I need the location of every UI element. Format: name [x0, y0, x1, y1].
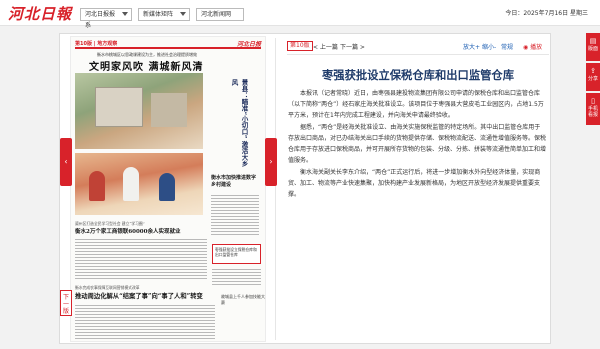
text-column — [211, 193, 259, 237]
chevron-down-icon — [180, 12, 186, 16]
play-audio-button[interactable]: ◉ 播放 — [523, 42, 542, 51]
news-photo — [75, 73, 203, 149]
mobile-read-label: 手机看报 — [587, 106, 598, 118]
next-page-button[interactable]: 下一版 — [60, 290, 72, 316]
newspaper-page-image[interactable]: 第10版 | 地方观察 河北日报 衡水市桃城区以思政课建设为主，推进社会治理提质… — [70, 36, 266, 342]
layout-icon: ▤ — [589, 37, 597, 45]
zoom-in-button[interactable]: 放大+ — [463, 42, 480, 51]
top-bar: 河北日報 河北日报报系 新媒体矩阵 河北新闻网 今日：2025年7月16日 星期… — [0, 0, 600, 29]
article-body: 本报讯（记者常晓）近日，由枣强县建投物流集团有限公司申请的保税仓库和出口监管仓库… — [288, 88, 546, 201]
page-number: 第10版 | 地方观察 — [75, 41, 118, 47]
bottom-right-title[interactable]: 故城县上千人参加技能大赛 — [221, 294, 265, 306]
bottom-headline[interactable]: 推动周边化解从“结案了事”向“事了人和”转变 — [75, 291, 203, 300]
select-new-media[interactable]: 新媒体矩阵 — [138, 8, 190, 21]
phone-icon: ▯ — [591, 97, 595, 105]
share-label: 分享 — [587, 76, 598, 82]
article-title: 枣强获批设立保税仓库和出口监管仓库 — [321, 69, 515, 82]
play-label: 播放 — [530, 44, 543, 51]
divider — [275, 38, 276, 340]
article-paragraph: 衡水海关副关长李东介绍，“两仓”正式运行后，将进一步增加衡水外向型经济体量，实现… — [288, 169, 541, 198]
masthead: 河北日报 — [236, 41, 261, 48]
select-label: 河北新闻网 — [201, 11, 232, 18]
select-label: 新媒体矩阵 — [143, 11, 174, 18]
prev-page-arrow[interactable]: ‹ — [60, 138, 72, 186]
article-paragraph: 本报讯（记者常晓）近日，由枣强县建投物流集团有限公司申请的保税仓库和出口监管仓库… — [288, 90, 544, 119]
date-display: 今日：2025年7月16日 星期三 — [505, 10, 588, 17]
select-label: 河北日报报系 — [85, 11, 116, 29]
next-page-arrow[interactable]: › — [265, 138, 277, 186]
article-paragraph: 据悉，“两仓”是经海关批准设立、由海关实施保税监管的特定场所。其中出口监管仓库用… — [288, 124, 547, 164]
highlighted-article-box[interactable]: 枣强获批设立保税仓库和出口监管仓库 — [212, 244, 261, 264]
page-header: 第10版 | 地方观察 河北日报 — [75, 39, 261, 49]
layout-button[interactable]: ▤ 版面 — [586, 33, 600, 61]
main-headline[interactable]: 文明家风吹 满城新风清 — [89, 58, 203, 73]
share-icon: ⇪ — [590, 67, 596, 75]
vertical-headline[interactable]: 景县：瞄准“小切口” 激活大乡风 — [213, 79, 249, 167]
text-column — [212, 267, 261, 287]
share-button[interactable]: ⇪ 分享 — [586, 63, 600, 91]
toolbar-divider — [287, 54, 549, 55]
floating-menu: ▤ 版面 ⇪ 分享 ▯ 手机看报 — [586, 33, 600, 127]
zoom-out-button[interactable]: 缩小- — [482, 42, 496, 51]
mid-headline-block[interactable]: 冀州区打造全民学习型社会 建立“学习圈” 衡水2万个家工商银联60000余人实现… — [75, 221, 180, 235]
mobile-read-button[interactable]: ▯ 手机看报 — [586, 93, 600, 125]
text-column — [75, 237, 207, 281]
text-column — [75, 303, 215, 339]
link-hebei-news[interactable]: 河北新闻网 — [196, 8, 244, 21]
page-badge: 第10版 — [287, 41, 313, 51]
next-page-label: 下一版 — [62, 294, 69, 315]
logo[interactable]: 河北日報 — [8, 3, 72, 24]
speaker-icon: ◉ — [523, 44, 529, 51]
chevron-down-icon — [122, 12, 128, 16]
news-photo-people — [75, 153, 203, 215]
next-article-link[interactable]: 下一篇 > — [340, 42, 365, 51]
select-newspaper-series[interactable]: 河北日报报系 — [80, 8, 132, 29]
side-headline[interactable]: 衡水市加快推进数字乡村建设 — [211, 175, 259, 189]
prev-article-link[interactable]: < 上一篇 — [313, 42, 338, 51]
normal-size-button[interactable]: 常规 — [501, 42, 513, 51]
layout-label: 版面 — [587, 46, 598, 52]
article-toolbar: 第10版 < 上一篇 下一篇 > 放大+ 缩小- 常规 ◉ 播放 — [287, 41, 545, 53]
